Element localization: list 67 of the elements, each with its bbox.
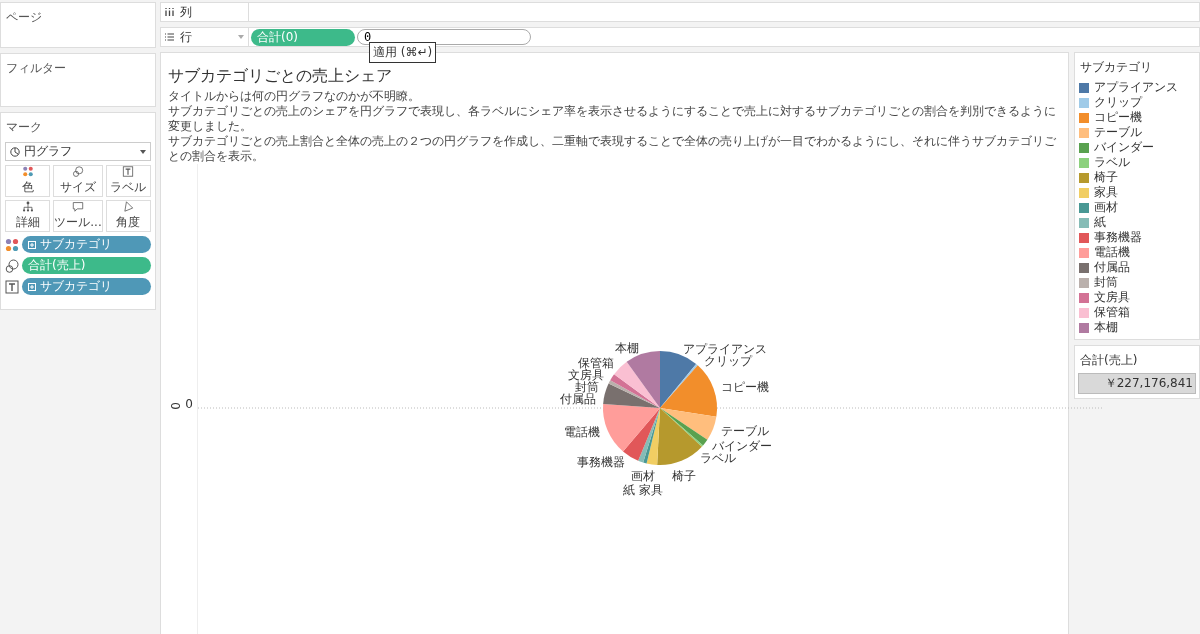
mark-card[interactable]: ラベル <box>105 165 151 197</box>
mark-card[interactable]: 色 <box>5 165 51 197</box>
axis-tick: 0 <box>185 397 193 411</box>
legend-label: 椅子 <box>1094 169 1118 186</box>
slice-label: 付属品 <box>559 392 596 407</box>
color-dots-icon <box>5 237 19 252</box>
legend-label: 家具 <box>1094 184 1118 201</box>
mark-card[interactable]: 角度 <box>105 200 151 232</box>
tooltip: 適用 (⌘↵) <box>369 42 437 63</box>
slice-label: クリップ <box>703 353 752 368</box>
legend-label: バインダー <box>1094 139 1154 156</box>
slice-label: テーブル <box>720 423 769 438</box>
shelf-label: 列 <box>180 3 192 21</box>
columns-icon <box>165 8 174 16</box>
wedge-icon <box>121 201 136 212</box>
size-circles-icon <box>71 166 85 177</box>
slice-label: 事務機器 <box>577 454 626 469</box>
size-legend-bar: ￥227,176,841 <box>1078 373 1196 394</box>
slice-label: 封筒 <box>574 380 599 395</box>
plus-box-icon <box>28 282 36 291</box>
slice-label: 椅子 <box>671 469 696 483</box>
legend-label: 封筒 <box>1094 274 1118 291</box>
hierarchy-icon <box>20 201 35 212</box>
slice-label: 本棚 <box>614 341 639 356</box>
legend-label: テーブル <box>1094 124 1142 141</box>
panel-title: フィルター <box>5 60 67 77</box>
slice-label: バインダー <box>712 439 773 454</box>
caret-icon <box>140 149 146 154</box>
legend-label: 紙 <box>1094 214 1106 231</box>
mark-card[interactable]: サイズ <box>53 165 103 197</box>
legend-label: 事務機器 <box>1094 229 1142 246</box>
sheet-title: サブカテゴリごとの売上シェア <box>168 66 393 87</box>
mark-type-dropdown[interactable]: 円グラフ <box>5 142 151 161</box>
legend-label: 電話機 <box>1094 244 1130 261</box>
legend-label: ラベル <box>1094 154 1130 171</box>
legend-label: コピー機 <box>1094 109 1142 126</box>
description-text: サブカテゴリごとの売上割合と全体の売上の２つの円グラフを作成し、二重軸で表現することで全体の売り上げが一目でわかるようにし、それに伴うサブカテゴリごとの割合を表示。 <box>168 134 1057 164</box>
legend-label: 付属品 <box>1094 259 1130 276</box>
mark-card[interactable]: ツール... <box>53 200 103 232</box>
text-label-icon <box>121 166 136 177</box>
text-label-icon <box>5 279 19 294</box>
slice-label: 紙 <box>623 483 635 497</box>
slice-label: 家具 <box>639 483 663 497</box>
color-dots-icon <box>20 166 35 177</box>
slice-label: コピー機 <box>721 379 770 394</box>
panel-title: ページ <box>5 9 43 26</box>
pie-icon <box>10 146 20 157</box>
speech-bubble-icon <box>71 201 85 212</box>
panel-title: マーク <box>5 119 43 136</box>
legend-label: クリップ <box>1094 94 1142 111</box>
plus-box-icon <box>28 240 36 249</box>
legend-title: 合計(売上) <box>1079 352 1139 369</box>
legend-label: 文房具 <box>1094 289 1130 306</box>
slice-label: 画材 <box>631 469 656 483</box>
legend-label: 本棚 <box>1094 319 1118 336</box>
legend-label: 画材 <box>1094 199 1118 216</box>
slice-label: ラベル <box>700 451 736 466</box>
legend-label: アプライアンス <box>1094 79 1178 96</box>
slice-label: アプライアンス <box>683 341 768 356</box>
size-circles-icon <box>5 258 19 273</box>
legend-title: サブカテゴリ <box>1079 59 1153 76</box>
description-text: サブカテゴリごとの売上のシェアを円グラフで表現し、各ラベルにシェア率を表示させるようにすることで売上に対するサブカテゴリごとの割合を判別できるように変更しました。 <box>168 104 1057 134</box>
axis-title: 0 <box>168 402 183 410</box>
mark-card[interactable]: 詳細 <box>5 200 51 232</box>
description-text: タイトルからは何の円グラフなのかが不明瞭。 <box>168 89 421 104</box>
legend-label: 保管箱 <box>1094 304 1130 321</box>
slice-label: 電話機 <box>563 425 600 440</box>
